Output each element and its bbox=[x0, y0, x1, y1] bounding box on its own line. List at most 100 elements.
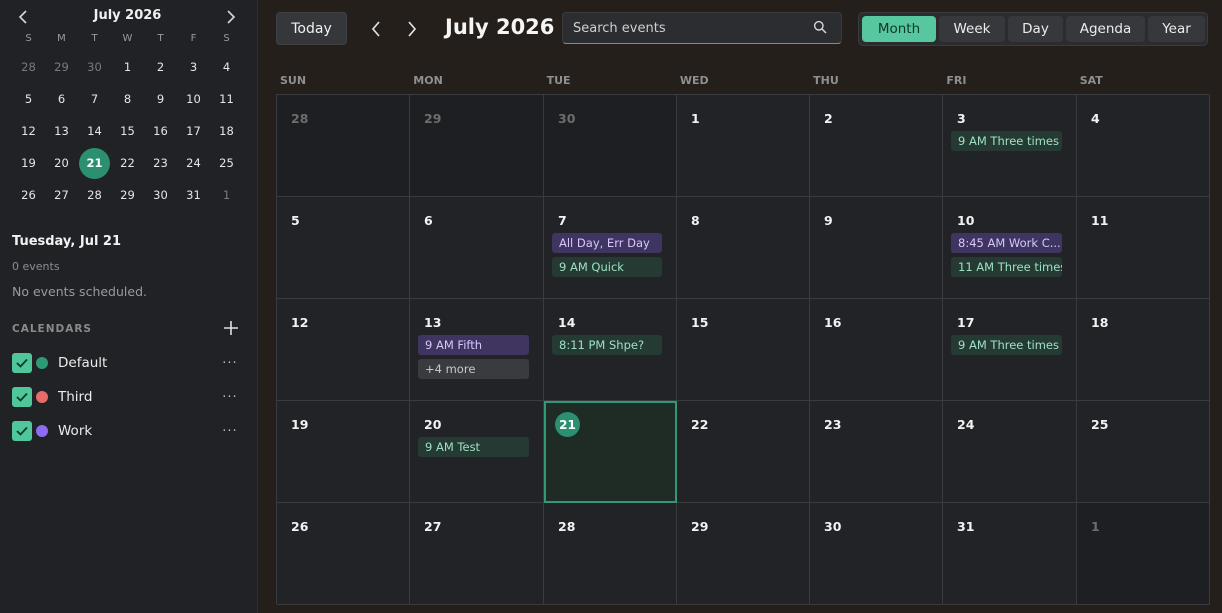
mini-day[interactable]: 22 bbox=[111, 147, 144, 179]
mini-day[interactable]: 19 bbox=[12, 147, 45, 179]
event-chip[interactable]: 8:45 AM Work C... bbox=[951, 233, 1062, 253]
event-chip[interactable]: 9 AM Three times bbox=[951, 335, 1062, 355]
mini-day[interactable]: 30 bbox=[78, 51, 111, 83]
day-cell[interactable]: 14 8:11 PM Shpe? bbox=[544, 299, 677, 401]
add-calendar-button[interactable] bbox=[220, 316, 242, 340]
mini-day[interactable]: 31 bbox=[177, 179, 210, 211]
mini-day[interactable]: 6 bbox=[45, 83, 78, 115]
day-cell[interactable]: 7 All Day, Err Day 9 AM Quick bbox=[544, 197, 677, 299]
mini-day[interactable]: 29 bbox=[45, 51, 78, 83]
mini-day[interactable]: 17 bbox=[177, 115, 210, 147]
day-cell-today[interactable]: 21 bbox=[544, 401, 677, 503]
day-cell[interactable]: 3 9 AM Three times bbox=[943, 95, 1077, 197]
event-chip[interactable]: 9 AM Fifth bbox=[418, 335, 529, 355]
mini-day[interactable]: 30 bbox=[144, 179, 177, 211]
calendar-more-button[interactable]: ··· bbox=[220, 420, 240, 442]
mini-day[interactable]: 25 bbox=[210, 147, 243, 179]
day-cell[interactable]: 13 9 AM Fifth +4 more bbox=[410, 299, 544, 401]
mini-day[interactable]: 15 bbox=[111, 115, 144, 147]
mini-day[interactable]: 12 bbox=[12, 115, 45, 147]
mini-day[interactable]: 18 bbox=[210, 115, 243, 147]
day-cell[interactable]: 28 bbox=[544, 503, 677, 605]
mini-day[interactable]: 29 bbox=[111, 179, 144, 211]
mini-day[interactable]: 9 bbox=[144, 83, 177, 115]
mini-day[interactable]: 26 bbox=[12, 179, 45, 211]
day-cell[interactable]: 11 bbox=[1077, 197, 1210, 299]
mini-day[interactable]: 11 bbox=[210, 83, 243, 115]
mini-day[interactable]: 28 bbox=[78, 179, 111, 211]
mini-day[interactable]: 1 bbox=[210, 179, 243, 211]
mini-day[interactable]: 8 bbox=[111, 83, 144, 115]
calendar-checkbox[interactable] bbox=[12, 353, 32, 373]
mini-day[interactable]: 2 bbox=[144, 51, 177, 83]
mini-day[interactable]: 4 bbox=[210, 51, 243, 83]
calendar-more-button[interactable]: ··· bbox=[220, 386, 240, 408]
day-cell[interactable]: 23 bbox=[810, 401, 943, 503]
event-chip[interactable]: 9 AM Three times bbox=[951, 131, 1062, 151]
mini-next-month-button[interactable] bbox=[220, 6, 242, 28]
day-cell[interactable]: 1 bbox=[677, 95, 810, 197]
mini-day[interactable]: 10 bbox=[177, 83, 210, 115]
day-cell[interactable]: 28 bbox=[277, 95, 410, 197]
day-cell[interactable]: 4 bbox=[1077, 95, 1210, 197]
calendar-checkbox[interactable] bbox=[12, 387, 32, 407]
today-button[interactable]: Today bbox=[276, 12, 347, 45]
event-chip[interactable]: 9 AM Test bbox=[418, 437, 529, 457]
day-cell[interactable]: 30 bbox=[544, 95, 677, 197]
mini-day[interactable]: 1 bbox=[111, 51, 144, 83]
day-cell[interactable]: 8 bbox=[677, 197, 810, 299]
day-cell[interactable]: 27 bbox=[410, 503, 544, 605]
mini-day[interactable]: 24 bbox=[177, 147, 210, 179]
day-cell[interactable]: 22 bbox=[677, 401, 810, 503]
mini-day[interactable]: 7 bbox=[78, 83, 111, 115]
day-cell[interactable]: 20 9 AM Test bbox=[410, 401, 544, 503]
calendar-item-work[interactable]: Work ··· bbox=[12, 420, 244, 442]
mini-day[interactable]: 20 bbox=[45, 147, 78, 179]
prev-month-button[interactable] bbox=[363, 16, 389, 42]
view-week-button[interactable]: Week bbox=[939, 16, 1005, 42]
view-agenda-button[interactable]: Agenda bbox=[1066, 16, 1145, 42]
calendar-more-button[interactable]: ··· bbox=[220, 352, 240, 374]
search-input[interactable] bbox=[563, 13, 808, 43]
event-chip[interactable]: 8:11 PM Shpe? bbox=[552, 335, 662, 355]
mini-day-selected[interactable]: 21 bbox=[78, 147, 111, 179]
day-cell[interactable]: 29 bbox=[410, 95, 544, 197]
day-cell[interactable]: 31 bbox=[943, 503, 1077, 605]
day-cell[interactable]: 5 bbox=[277, 197, 410, 299]
calendar-checkbox[interactable] bbox=[12, 421, 32, 441]
day-cell[interactable]: 9 bbox=[810, 197, 943, 299]
day-cell[interactable]: 29 bbox=[677, 503, 810, 605]
day-cell[interactable]: 26 bbox=[277, 503, 410, 605]
day-cell[interactable]: 25 bbox=[1077, 401, 1210, 503]
day-cell[interactable]: 19 bbox=[277, 401, 410, 503]
day-cell[interactable]: 15 bbox=[677, 299, 810, 401]
mini-day[interactable]: 14 bbox=[78, 115, 111, 147]
event-chip[interactable]: 9 AM Quick bbox=[552, 257, 662, 277]
view-year-button[interactable]: Year bbox=[1148, 16, 1205, 42]
day-cell[interactable]: 16 bbox=[810, 299, 943, 401]
day-cell[interactable]: 1 bbox=[1077, 503, 1210, 605]
view-day-button[interactable]: Day bbox=[1008, 16, 1063, 42]
day-cell[interactable]: 12 bbox=[277, 299, 410, 401]
day-cell[interactable]: 24 bbox=[943, 401, 1077, 503]
mini-day[interactable]: 23 bbox=[144, 147, 177, 179]
day-cell[interactable]: 10 8:45 AM Work C... 11 AM Three times bbox=[943, 197, 1077, 299]
more-events-button[interactable]: +4 more bbox=[418, 359, 529, 379]
day-cell[interactable]: 30 bbox=[810, 503, 943, 605]
mini-day[interactable]: 16 bbox=[144, 115, 177, 147]
calendar-item-default[interactable]: Default ··· bbox=[12, 352, 244, 374]
mini-day[interactable]: 3 bbox=[177, 51, 210, 83]
view-month-button[interactable]: Month bbox=[862, 16, 936, 42]
day-cell[interactable]: 17 9 AM Three times bbox=[943, 299, 1077, 401]
event-chip[interactable]: 11 AM Three times bbox=[951, 257, 1062, 277]
mini-day[interactable]: 27 bbox=[45, 179, 78, 211]
mini-day[interactable]: 13 bbox=[45, 115, 78, 147]
calendar-item-third[interactable]: Third ··· bbox=[12, 386, 244, 408]
event-chip[interactable]: All Day, Err Day bbox=[552, 233, 662, 253]
mini-day[interactable]: 5 bbox=[12, 83, 45, 115]
next-month-button[interactable] bbox=[399, 16, 425, 42]
day-cell[interactable]: 18 bbox=[1077, 299, 1210, 401]
day-cell[interactable]: 6 bbox=[410, 197, 544, 299]
day-cell[interactable]: 2 bbox=[810, 95, 943, 197]
search-button[interactable] bbox=[813, 19, 831, 37]
